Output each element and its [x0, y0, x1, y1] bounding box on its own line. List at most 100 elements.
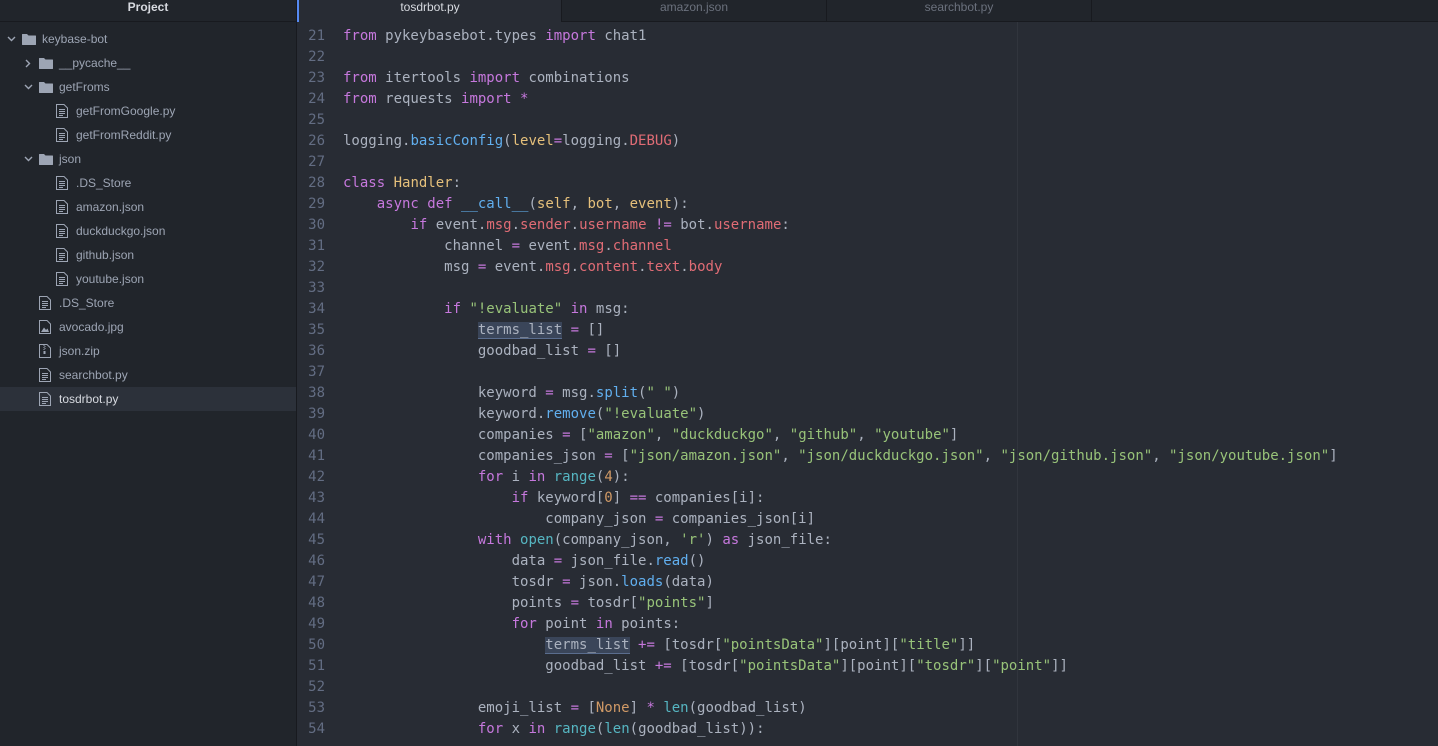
code-token: ][point][ [823, 637, 900, 653]
tree-folder[interactable]: keybase-bot [0, 27, 296, 51]
code-token: 'r' [680, 532, 706, 548]
code-line: 28 class Handler: [297, 173, 1438, 194]
code-token: = [562, 427, 571, 443]
tree-file[interactable]: json.zip [0, 339, 296, 363]
tree-file[interactable]: .DS_Store [0, 291, 296, 315]
code-line: 52 [297, 677, 1438, 698]
chevron-down-icon[interactable] [23, 154, 33, 164]
tab-amazon-json[interactable]: amazon.json [562, 0, 827, 22]
line-number: 34 [308, 301, 325, 317]
tree-file[interactable]: getFromReddit.py [0, 123, 296, 147]
code-token: "tosdr" [916, 658, 976, 674]
line-number: 45 [308, 532, 325, 548]
code-token: username [713, 217, 782, 233]
line-text: emoji_list = [None] * len(goodbad_list) [343, 698, 807, 719]
line-number: 37 [308, 364, 325, 380]
tree-folder[interactable]: json [0, 147, 296, 171]
line-number: 29 [308, 196, 325, 212]
chevron-right-icon[interactable] [23, 58, 33, 68]
code-line: 44 company_json = companies_json[i] [297, 509, 1438, 530]
code-token: () [688, 553, 706, 569]
code-line: 38 keyword = msg.split(" ") [297, 383, 1438, 404]
code-token: companies_json [343, 448, 605, 464]
code-token: ] [949, 427, 959, 443]
code-token: pykeybasebot [376, 28, 487, 44]
code-token: ) [671, 133, 681, 149]
code-token: . [511, 217, 521, 233]
line-text: tosdr = json.loads(data) [343, 572, 714, 593]
code-token: ] [612, 490, 630, 506]
tree-file[interactable]: duckduckgo.json [0, 219, 296, 243]
code-token: "json/youtube.json" [1169, 448, 1330, 464]
tree-file[interactable]: getFromGoogle.py [0, 99, 296, 123]
code-line: 26 logging.basicConfig(level=logging.DEBU… [297, 131, 1438, 152]
code-token: len [604, 721, 630, 737]
line-number: 31 [308, 238, 325, 254]
tree-folder[interactable]: getFroms [0, 75, 296, 99]
tree-file[interactable]: youtube.json [0, 267, 296, 291]
code-token: == [629, 490, 647, 506]
code-token: import [469, 70, 521, 86]
line-number: 48 [308, 595, 325, 611]
tree-folder[interactable]: __pycache__ [0, 51, 296, 75]
code-token: msg: [587, 301, 630, 317]
tree-file[interactable]: .DS_Store [0, 171, 296, 195]
code-token: goodbad_list [343, 343, 588, 359]
code-token: , [772, 427, 790, 443]
tree-file[interactable]: tosdrbot.py [0, 387, 296, 411]
code-token: keyword[ [528, 490, 605, 506]
code-token: basicConfig [410, 133, 504, 149]
code-token: company_json [343, 511, 655, 527]
code-token: , [983, 448, 1001, 464]
line-number: 21 [308, 28, 325, 44]
code-token: DEBUG [629, 133, 672, 149]
code-line: 25 [297, 110, 1438, 131]
code-token: points [343, 595, 571, 611]
tree-item-label: json.zip [59, 344, 100, 358]
code-token: . [486, 28, 495, 44]
tab-tosdrbot-py[interactable]: tosdrbot.py [297, 0, 562, 22]
tree-file[interactable]: searchbot.py [0, 363, 296, 387]
code-token: "!evaluate" [604, 406, 698, 422]
line-text: channel = event.msg.channel [343, 236, 672, 257]
code-token: (goodbad_list)): [629, 721, 765, 737]
code-token: from [343, 28, 377, 44]
line-text: for i in range(4): [343, 467, 630, 488]
code-token: [] [595, 343, 622, 359]
line-text: msg = event.msg.content.text.body [343, 257, 722, 278]
tree-item-label: tosdrbot.py [59, 392, 119, 406]
code-token: "!evaluate" [469, 301, 563, 317]
chevron-down-icon[interactable] [6, 34, 16, 44]
code-line: 50 terms_list += [tosdr["pointsData"][po… [297, 635, 1438, 656]
tree-file[interactable]: avocado.jpg [0, 315, 296, 339]
code-token: read [654, 553, 689, 569]
line-text: if event.msg.sender.username != bot.user… [343, 215, 789, 236]
code-token: username [579, 217, 647, 233]
code-line: 41 companies_json = ["json/amazon.json",… [297, 446, 1438, 467]
code-token: if [444, 301, 462, 317]
tree-item-label: amazon.json [76, 200, 145, 214]
tree-item-label: searchbot.py [59, 368, 128, 382]
tree-file[interactable]: github.json [0, 243, 296, 267]
code-token: = [587, 343, 596, 359]
code-token: async def [376, 196, 453, 212]
tree-file[interactable]: amazon.json [0, 195, 296, 219]
code-token: msg [486, 217, 512, 233]
code-token: ) [671, 385, 681, 401]
code-token: , [570, 196, 588, 212]
line-number: 35 [308, 322, 325, 338]
code-token: "github" [789, 427, 858, 443]
chevron-down-icon[interactable] [23, 82, 33, 92]
code-editor[interactable]: 21 from pykeybasebot.types import chat1 22… [297, 22, 1438, 746]
tab-searchbot-py[interactable]: searchbot.py [827, 0, 1092, 22]
code-token: for [511, 616, 537, 632]
code-token: . [570, 259, 580, 275]
line-text: if "!evaluate" in msg: [343, 299, 630, 320]
code-token: loads [621, 574, 664, 590]
code-token: json_file: [739, 532, 832, 548]
code-token: = [553, 553, 563, 569]
tree-item-label: youtube.json [76, 272, 145, 286]
